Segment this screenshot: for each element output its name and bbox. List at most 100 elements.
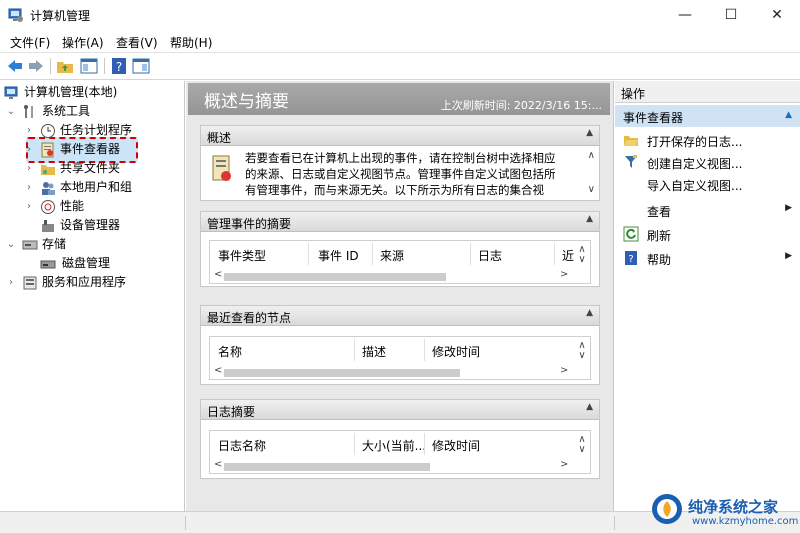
collapse-icon[interactable]: ▲ bbox=[586, 128, 593, 138]
column-header[interactable]: 修改时间 bbox=[432, 343, 480, 360]
menu-view[interactable]: 查看(V) bbox=[116, 34, 158, 51]
chevron-right-icon[interactable]: › bbox=[24, 121, 34, 140]
scroll-left-icon[interactable]: < bbox=[214, 269, 222, 280]
menu-help[interactable]: 帮助(H) bbox=[170, 34, 212, 51]
chevron-right-icon[interactable]: › bbox=[24, 178, 34, 197]
computer-management-icon bbox=[8, 7, 24, 23]
action-label: 导入自定义视图... bbox=[647, 179, 743, 193]
collapse-icon[interactable]: ▲ bbox=[586, 308, 593, 318]
horizontal-scrollbar[interactable]: < > bbox=[210, 365, 570, 379]
chevron-right-icon[interactable]: › bbox=[24, 140, 34, 159]
tree-label: 服务和应用程序 bbox=[42, 275, 127, 289]
events-grid[interactable]: 事件类型 事件 ID 来源 日志 近 < > ∧ ∨ bbox=[209, 240, 591, 284]
horizontal-scrollbar[interactable]: < > bbox=[210, 459, 570, 473]
status-separator bbox=[614, 516, 615, 530]
section-header[interactable]: 日志摘要 ▲ bbox=[201, 400, 599, 420]
scrollbar-thumb[interactable] bbox=[224, 273, 446, 281]
column-header[interactable]: 来源 bbox=[380, 247, 404, 264]
action-label: 刷新 bbox=[647, 229, 672, 243]
section-header[interactable]: 管理事件的摘要 ▲ bbox=[201, 212, 599, 232]
column-header[interactable]: 日志 bbox=[478, 247, 502, 264]
watermark-logo-icon bbox=[650, 492, 684, 526]
column-header[interactable]: 修改时间 bbox=[432, 437, 480, 454]
tree-label: 计算机管理(本地) bbox=[24, 85, 118, 99]
menu-bar: 文件(F) 操作(A) 查看(V) 帮助(H) bbox=[0, 30, 800, 52]
filter-icon bbox=[623, 154, 639, 170]
scroll-left-icon[interactable]: < bbox=[214, 459, 222, 470]
scrollbar-thumb[interactable] bbox=[224, 463, 430, 471]
section-header[interactable]: 最近查看的节点 ▲ bbox=[201, 306, 599, 326]
action-label: 帮助 bbox=[647, 253, 672, 267]
minimize-button[interactable]: — bbox=[662, 0, 708, 30]
show-action-pane-icon[interactable] bbox=[132, 57, 150, 75]
chevron-down-icon[interactable]: ⌄ bbox=[6, 235, 16, 254]
maximize-button[interactable]: ☐ bbox=[708, 0, 754, 30]
refresh-icon bbox=[623, 226, 639, 242]
recent-nodes-section: 最近查看的节点 ▲ 名称 描述 修改时间 < > ∧ ∨ bbox=[200, 305, 600, 385]
column-header[interactable]: 事件 ID bbox=[318, 247, 359, 264]
column-header[interactable]: 近 bbox=[562, 247, 574, 264]
event-viewer-icon bbox=[40, 142, 56, 158]
action-view[interactable]: 查看 ▶ bbox=[615, 199, 800, 221]
status-separator bbox=[185, 516, 186, 530]
recent-nodes-grid[interactable]: 名称 描述 修改时间 < > ∧ ∨ bbox=[209, 336, 591, 380]
scroll-left-icon[interactable]: < bbox=[214, 365, 222, 376]
scroll-right-icon[interactable]: > bbox=[560, 459, 568, 470]
chevron-down-icon[interactable]: ⌄ bbox=[6, 102, 16, 121]
scroll-up-icon[interactable]: ∧ bbox=[588, 150, 595, 161]
forward-icon[interactable] bbox=[27, 57, 45, 75]
action-open-saved-log[interactable]: 打开保存的日志... bbox=[615, 129, 800, 151]
show-hide-tree-icon[interactable] bbox=[80, 57, 98, 75]
column-separator bbox=[372, 243, 373, 265]
actions-title: 操作 bbox=[621, 87, 646, 101]
menu-action[interactable]: 操作(A) bbox=[62, 34, 104, 51]
log-summary-section: 日志摘要 ▲ 日志名称 大小(当前... 修改时间 < > ∧ ∨ bbox=[200, 399, 600, 479]
action-refresh[interactable]: 刷新 bbox=[615, 223, 800, 245]
action-help[interactable]: ? 帮助 ▶ bbox=[615, 247, 800, 269]
section-title: 日志摘要 bbox=[207, 405, 256, 419]
scroll-down-icon[interactable]: ∨ bbox=[588, 184, 595, 195]
tree-label: 性能 bbox=[60, 199, 85, 213]
scroll-right-icon[interactable]: > bbox=[560, 269, 568, 280]
svg-text:?: ? bbox=[628, 254, 633, 265]
chevron-right-icon[interactable]: › bbox=[24, 197, 34, 216]
open-folder-icon bbox=[623, 132, 639, 148]
horizontal-scrollbar[interactable]: < > bbox=[210, 269, 570, 283]
svg-text:?: ? bbox=[116, 60, 122, 74]
log-summary-grid[interactable]: 日志名称 大小(当前... 修改时间 < > ∧ ∨ bbox=[209, 430, 591, 474]
tools-icon bbox=[22, 104, 38, 120]
column-header[interactable]: 名称 bbox=[218, 343, 242, 360]
help-icon[interactable]: ? bbox=[110, 57, 128, 75]
section-header[interactable]: 概述 ▲ bbox=[201, 126, 599, 146]
scrollbar-thumb[interactable] bbox=[224, 369, 460, 377]
vertical-scrollbar[interactable]: ∧ ∨ bbox=[576, 341, 588, 361]
up-folder-icon[interactable] bbox=[56, 57, 74, 75]
vertical-scrollbar[interactable]: ∧ ∨ bbox=[576, 435, 588, 455]
column-header[interactable]: 描述 bbox=[362, 343, 386, 360]
column-header[interactable]: 大小(当前... bbox=[362, 437, 426, 454]
toolbar-separator bbox=[50, 58, 51, 74]
collapse-icon[interactable]: ▲ bbox=[785, 110, 792, 120]
chevron-right-icon[interactable]: › bbox=[6, 273, 16, 292]
managed-events-section: 管理事件的摘要 ▲ 事件类型 事件 ID 来源 日志 近 < > ∧ ∨ bbox=[200, 211, 600, 287]
title-bar: 计算机管理 — ☐ ✕ bbox=[0, 0, 800, 30]
actions-header: 操作 bbox=[615, 81, 800, 103]
vertical-scrollbar[interactable]: ∧ ∨ bbox=[576, 245, 588, 265]
action-label: 查看 bbox=[647, 205, 672, 219]
watermark-url: www.kzmyhome.com bbox=[692, 516, 799, 527]
menu-file[interactable]: 文件(F) bbox=[10, 34, 50, 51]
actions-group-header[interactable]: 事件查看器 ▲ bbox=[615, 105, 800, 127]
collapse-icon[interactable]: ▲ bbox=[586, 402, 593, 412]
back-icon[interactable] bbox=[6, 57, 24, 75]
pane-header: 概述与摘要 上次刷新时间: 2022/3/16 15:... bbox=[188, 83, 610, 115]
column-header[interactable]: 事件类型 bbox=[218, 247, 266, 264]
actions-pane: 操作 事件查看器 ▲ 打开保存的日志... 创建自定义视图... 导入自定义视图… bbox=[615, 81, 800, 511]
chevron-right-icon[interactable]: › bbox=[24, 159, 34, 178]
action-create-custom-view[interactable]: 创建自定义视图... bbox=[615, 151, 800, 173]
action-import-custom-view[interactable]: 导入自定义视图... bbox=[615, 173, 800, 195]
tree-label: 本地用户和组 bbox=[60, 180, 133, 194]
close-button[interactable]: ✕ bbox=[754, 0, 800, 30]
scroll-right-icon[interactable]: > bbox=[560, 365, 568, 376]
column-header[interactable]: 日志名称 bbox=[218, 437, 266, 454]
collapse-icon[interactable]: ▲ bbox=[586, 214, 593, 224]
